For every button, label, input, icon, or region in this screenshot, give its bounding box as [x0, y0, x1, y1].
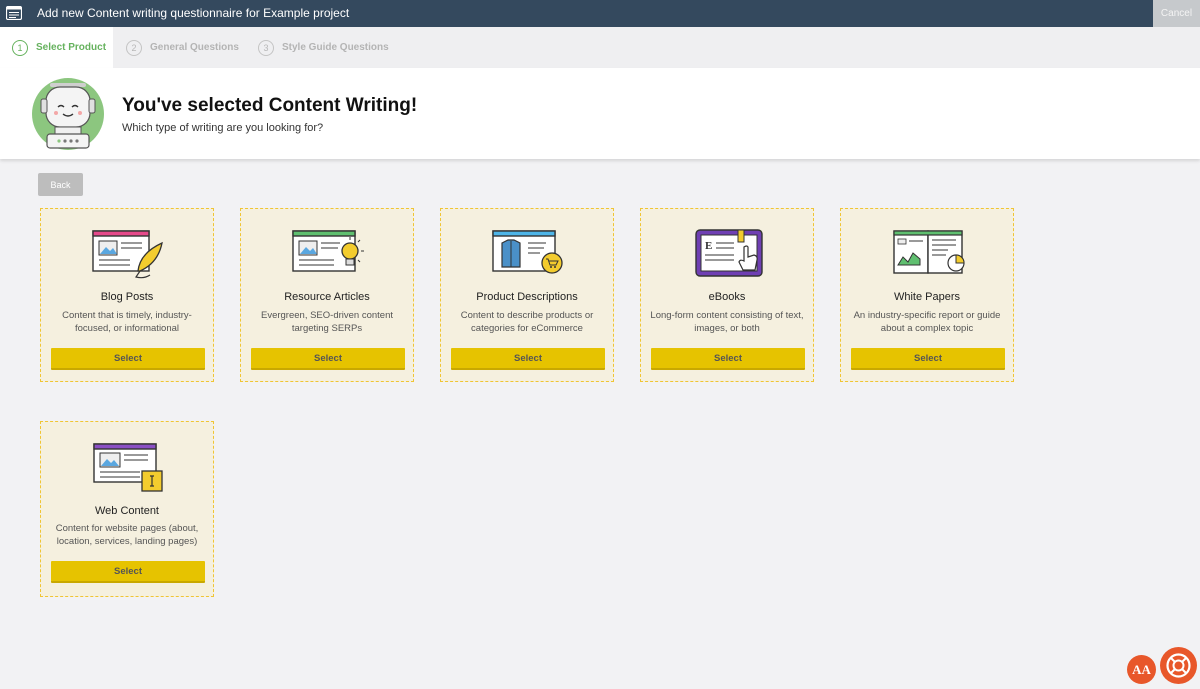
select-button-web-content[interactable]: Select [51, 561, 205, 583]
product-card-web-content: Web Content Content for website pages (a… [40, 421, 214, 597]
card-description: Long-form content consisting of text, im… [650, 310, 804, 334]
card-description: Content that is timely, industry-focused… [62, 310, 192, 334]
title-bar: Add new Content writing questionnaire fo… [0, 0, 1200, 27]
page-header: You've selected Content Writing! Which t… [0, 68, 1200, 159]
back-button[interactable]: Back [38, 173, 83, 196]
card-description: Content for website pages (about, locati… [55, 523, 199, 547]
select-button-ebooks[interactable]: Select [651, 348, 805, 370]
step-number: 1 [12, 39, 28, 56]
card-title: Product Descriptions [476, 291, 578, 303]
wizard-steps: 1 Select Product 2 General Questions 3 S… [0, 27, 1200, 68]
card-description: An industry-specific report or guide abo… [853, 310, 1001, 334]
product-card-resource-articles: Resource Articles Evergreen, SEO-driven … [240, 208, 414, 382]
step-label: General Questions [150, 42, 239, 53]
card-description: Content to describe products or categori… [460, 310, 594, 334]
card-title: White Papers [893, 291, 961, 303]
blog-post-icon [92, 230, 163, 279]
card-title: Web Content [94, 505, 159, 517]
step-number: 3 [258, 39, 274, 56]
ebook-icon: E [695, 229, 763, 277]
product-description-icon [492, 230, 563, 274]
card-title: eBooks [708, 291, 746, 303]
step-number: 2 [126, 39, 142, 56]
step-general-questions[interactable]: 2 General Questions [126, 27, 239, 68]
step-label: Select Product [36, 42, 107, 53]
select-button-resource-articles[interactable]: Select [251, 348, 405, 370]
help-button[interactable] [1160, 647, 1197, 684]
step-label: Style Guide Questions [282, 42, 389, 53]
white-paper-icon [893, 230, 965, 274]
step-select-product[interactable]: 1 Select Product [0, 27, 113, 68]
svg-text:E: E [705, 240, 712, 252]
select-button-white-papers[interactable]: Select [851, 348, 1005, 370]
cancel-button[interactable]: Cancel [1153, 0, 1200, 27]
life-ring-icon [1166, 653, 1191, 678]
step-style-guide-questions[interactable]: 3 Style Guide Questions [258, 27, 389, 68]
card-title: Blog Posts [100, 291, 154, 303]
window-title: Add new Content writing questionnaire fo… [37, 6, 350, 20]
resource-article-icon [292, 230, 364, 272]
menu-icon[interactable] [6, 6, 22, 20]
page-subtitle: Which type of writing are you looking fo… [122, 122, 324, 134]
robot-mascot-icon [32, 78, 104, 150]
page-title: You've selected Content Writing! [122, 95, 418, 116]
product-card-ebooks: E eBooks Long-form content consisting of… [640, 208, 814, 382]
card-description: Evergreen, SEO-driven content targeting … [260, 310, 393, 334]
select-button-product-descriptions[interactable]: Select [451, 348, 605, 370]
card-title: Resource Articles [284, 291, 370, 303]
product-card-blog-posts: Blog Posts Content that is timely, indus… [40, 208, 214, 382]
font-size-button[interactable]: AA [1127, 655, 1156, 684]
select-button-blog-posts[interactable]: Select [51, 348, 205, 370]
product-card-product-descriptions: Product Descriptions Content to describe… [440, 208, 614, 382]
web-content-icon [93, 443, 163, 492]
product-card-white-papers: White Papers An industry-specific report… [840, 208, 1014, 382]
